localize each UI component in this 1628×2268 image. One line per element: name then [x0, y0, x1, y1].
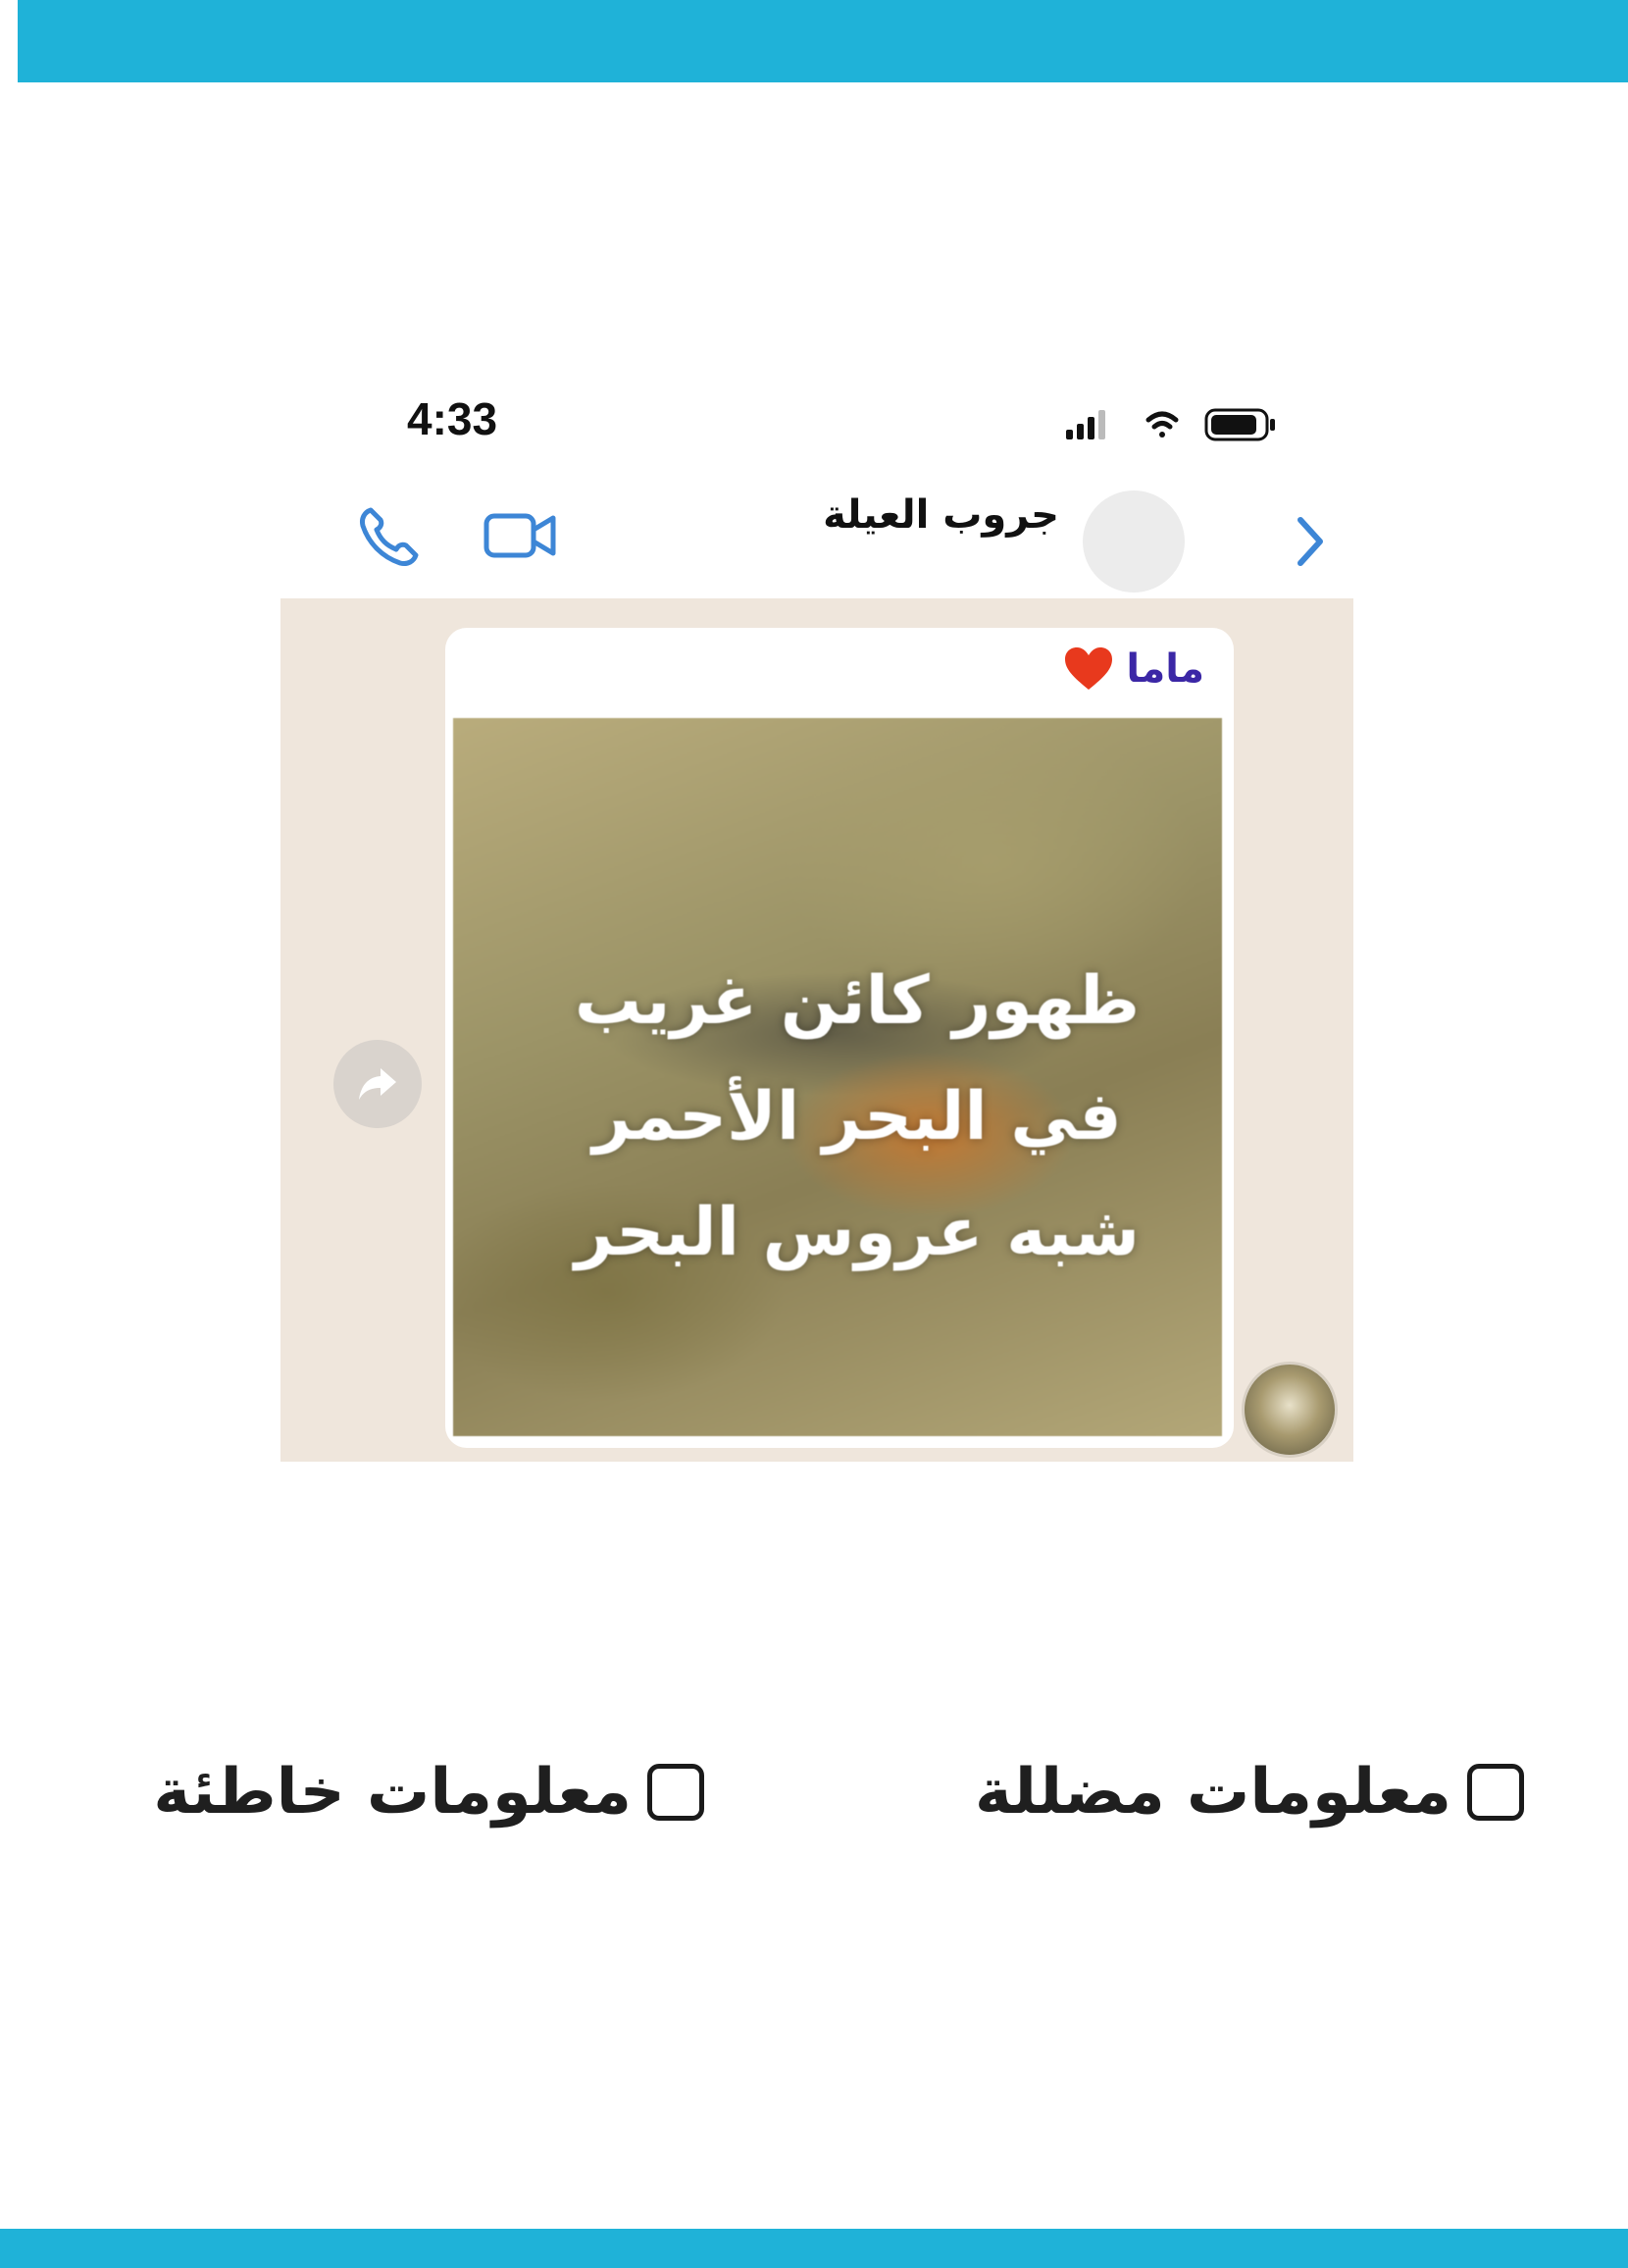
wifi-icon	[1145, 411, 1179, 438]
forward-button[interactable]	[333, 1040, 422, 1128]
message-image[interactable]: ظهور كائن غريب في البحر الأحمر شبه عروس …	[453, 718, 1222, 1436]
option-label: معلومات خاطئة	[153, 1756, 632, 1829]
message-sender: ماما	[1063, 645, 1204, 693]
caption-line: في البحر الأحمر	[592, 1078, 1122, 1156]
checkbox-misleading[interactable]	[1467, 1764, 1524, 1821]
signal-icon	[1066, 410, 1105, 439]
phone-call-icon[interactable]	[357, 504, 422, 569]
image-caption: ظهور كائن غريب في البحر الأحمر شبه عروس …	[492, 944, 1222, 1291]
checkbox-false-info[interactable]	[647, 1764, 704, 1821]
bottom-color-band	[0, 2229, 1628, 2268]
heart-icon	[1065, 647, 1113, 690]
sender-avatar[interactable]	[1242, 1362, 1338, 1458]
option-label: معلومات مضللة	[975, 1756, 1451, 1829]
status-icons	[1066, 408, 1275, 441]
back-chevron-icon[interactable]	[1291, 512, 1330, 571]
top-color-band	[18, 0, 1628, 82]
option-misleading[interactable]: معلومات مضللة	[975, 1756, 1524, 1829]
video-call-icon[interactable]	[483, 508, 557, 563]
caption-line: ظهور كائن غريب	[574, 962, 1141, 1040]
chat-title[interactable]: جروب العيلة	[823, 492, 1059, 538]
option-false-info[interactable]: معلومات خاطئة	[153, 1756, 704, 1829]
group-avatar[interactable]	[1083, 490, 1185, 593]
caption-line: شبه عروس البحر	[575, 1194, 1140, 1271]
battery-icon	[1204, 408, 1275, 441]
status-time: 4:33	[407, 393, 498, 444]
forward-icon	[359, 1068, 396, 1100]
sender-name: ماما	[1126, 646, 1204, 692]
